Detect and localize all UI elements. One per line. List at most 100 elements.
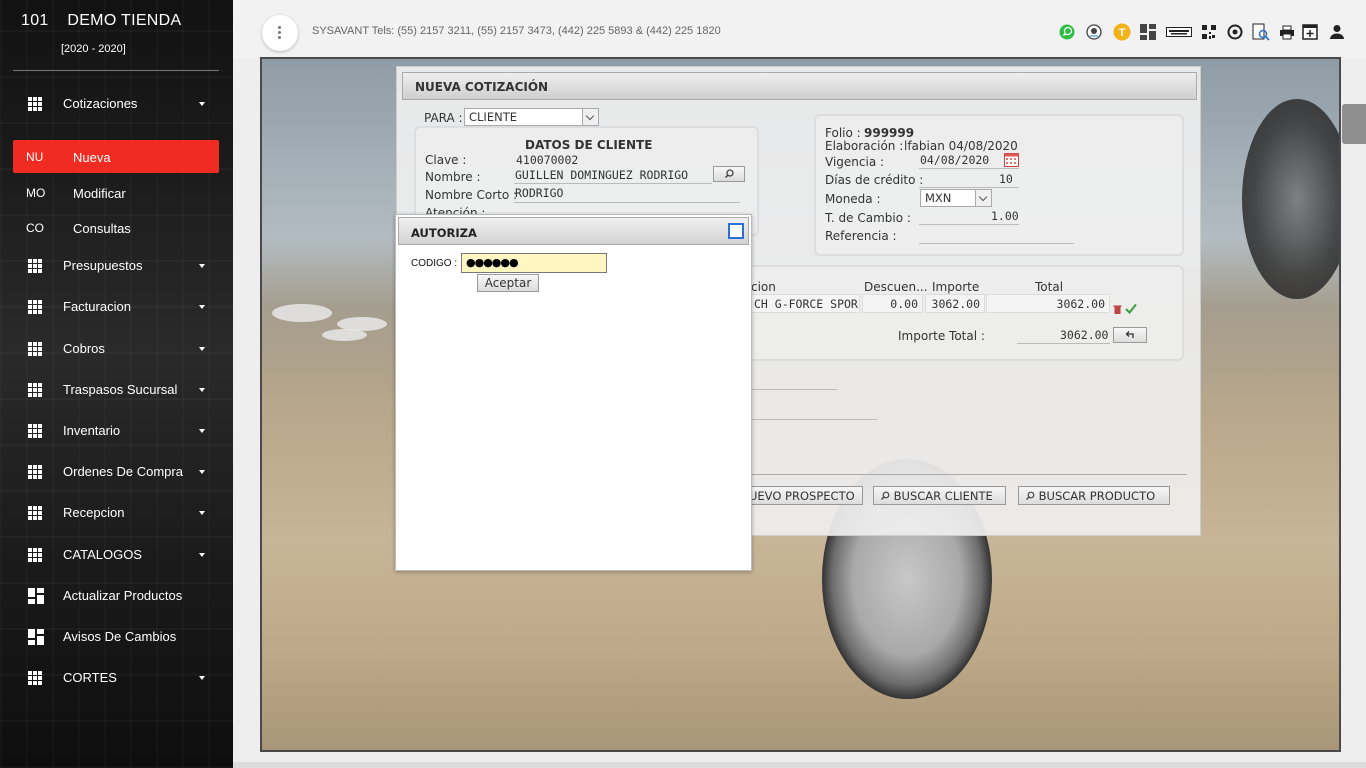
- user-icon[interactable]: [1329, 24, 1345, 40]
- code-input[interactable]: ●●●●●●: [461, 253, 607, 273]
- sidebar-item-inventario[interactable]: Inventario: [0, 416, 233, 446]
- search-icon: [1026, 491, 1035, 500]
- col-total-header: Total: [1035, 280, 1064, 294]
- calendar-icon[interactable]: [1004, 153, 1019, 167]
- row-descripcion[interactable]: CH G-FORCE SPOR: [749, 294, 860, 313]
- document-search-icon[interactable]: [1252, 23, 1270, 41]
- sidebar-item-catalogos[interactable]: CATALOGOS: [0, 540, 233, 570]
- store-name: DEMO TIENDA: [67, 12, 182, 29]
- sidebar-item-label: Recepcion: [63, 505, 125, 520]
- new-prospect-button[interactable]: UEVO PROSPECTO: [742, 486, 863, 505]
- submenu-item-nueva[interactable]: NU Nueva: [13, 140, 219, 173]
- whatsapp-icon[interactable]: [1059, 24, 1075, 40]
- t-badge-icon[interactable]: T: [1113, 23, 1131, 41]
- moneda-select[interactable]: MXN: [920, 189, 992, 207]
- submenu-label: Modificar: [73, 186, 126, 201]
- caret-down-icon: [199, 511, 205, 515]
- elaboracion-value: lfabian 04/08/2020: [904, 139, 1018, 153]
- importe-total-label: Importe Total :: [898, 329, 985, 343]
- submenu-abbr: NU: [26, 150, 44, 164]
- clave-value: 410070002: [516, 153, 579, 167]
- sidebar-item-traspasos-sucursal[interactable]: Traspasos Sucursal: [0, 375, 233, 405]
- submenu-abbr: CO: [26, 221, 44, 235]
- search-client-main-button[interactable]: BUSCAR CLIENTE: [873, 486, 1006, 505]
- submenu-label: Nueva: [73, 150, 111, 165]
- sidebar-item-label: CATALOGOS: [63, 547, 142, 562]
- folio-label: Folio :: [825, 126, 861, 140]
- sidebar-item-cobros[interactable]: Cobros: [0, 334, 233, 364]
- trash-icon[interactable]: [1113, 305, 1122, 314]
- caret-down-icon: [199, 470, 205, 474]
- sidebar-item-label: Avisos De Cambios: [63, 629, 177, 644]
- row-importe[interactable]: 3062.00: [925, 294, 985, 313]
- dashboard-icon: [28, 588, 44, 604]
- sidebar-item-label: CORTES: [63, 670, 117, 685]
- sidebar-item-label: Ordenes De Compra: [63, 464, 183, 479]
- submenu-item-consultas[interactable]: CO Consultas: [13, 211, 219, 244]
- row-descuento[interactable]: 0.00: [862, 294, 923, 313]
- dias-credito-value[interactable]: 10: [999, 172, 1013, 186]
- caret-down-icon: [199, 347, 205, 351]
- chevron-down-icon: [975, 190, 991, 206]
- grid-icon: [28, 465, 42, 479]
- printer-icon[interactable]: [1279, 24, 1295, 40]
- tipo-cambio-label: T. de Cambio :: [825, 211, 911, 225]
- grid-icon: [28, 300, 42, 314]
- wrench-icon[interactable]: [1342, 104, 1366, 144]
- search-product-label: BUSCAR PRODUCTO: [1038, 489, 1156, 503]
- nombre-label: Nombre :: [425, 170, 481, 184]
- grid-icon: [28, 97, 42, 111]
- nombre-corto-value: RODRIGO: [515, 186, 564, 200]
- sidebar-item-cotizaciones[interactable]: Cotizaciones: [0, 89, 233, 119]
- sidebar-divider: [13, 70, 219, 71]
- sidebar-item-cortes[interactable]: CORTES: [0, 663, 233, 693]
- check-icon[interactable]: [1125, 303, 1137, 314]
- caret-down-icon: [199, 264, 205, 268]
- sidebar-item-label: Facturacion: [63, 299, 131, 314]
- bottom-scrollbar[interactable]: [233, 762, 1366, 768]
- support-avatar-icon[interactable]: [1086, 24, 1102, 40]
- settings-icon[interactable]: [1227, 24, 1243, 40]
- moneda-select-value: MXN: [925, 191, 952, 205]
- svg-text:T: T: [1119, 27, 1126, 39]
- grid-icon: [28, 506, 42, 520]
- submenu-item-modificar[interactable]: MO Modificar: [13, 176, 219, 209]
- search-client-button[interactable]: [713, 166, 745, 182]
- sidebar-item-label: Inventario: [63, 423, 121, 438]
- submenu-abbr: MO: [26, 186, 46, 200]
- grid-icon: [28, 671, 42, 685]
- referencia-label: Referencia :: [825, 229, 897, 243]
- para-select[interactable]: CLIENTE: [464, 108, 599, 126]
- grid-icon: [28, 424, 42, 438]
- folio-value: 999999: [864, 126, 915, 140]
- sidebar-item-actualizar-productos[interactable]: Actualizar Productos: [0, 581, 233, 611]
- maximize-button[interactable]: [728, 223, 744, 239]
- para-select-value: CLIENTE: [469, 110, 517, 124]
- panel-title: NUEVA COTIZACIÓN: [402, 72, 1197, 100]
- dialog-title: AUTORIZA: [398, 217, 749, 245]
- sidebar-item-presupuestos[interactable]: Presupuestos: [0, 251, 233, 281]
- keyboard-icon[interactable]: [1166, 24, 1192, 40]
- grid-icon: [28, 383, 42, 397]
- tipo-cambio-value[interactable]: 1.00: [991, 209, 1019, 223]
- sidebar-item-facturacion[interactable]: Facturacion: [0, 292, 233, 322]
- sidebar-item-avisos-de-cambios[interactable]: Avisos De Cambios: [0, 622, 233, 652]
- dashboard-icon[interactable]: [1140, 24, 1156, 40]
- grid-icon: [28, 548, 42, 562]
- return-button[interactable]: [1113, 327, 1147, 343]
- sidebar-item-recepcion[interactable]: Recepcion: [0, 498, 233, 528]
- moneda-label: Moneda :: [825, 192, 881, 206]
- sidebar-item-ordenes-de-compra[interactable]: Ordenes De Compra: [0, 457, 233, 487]
- store-number: 101: [21, 12, 49, 29]
- submenu-label: Consultas: [73, 221, 131, 236]
- search-product-button[interactable]: BUSCAR PRODUCTO: [1018, 486, 1170, 505]
- caret-down-icon: [199, 553, 205, 557]
- search-icon: [724, 169, 734, 179]
- more-options-button[interactable]: [262, 15, 298, 51]
- vigencia-value[interactable]: 04/08/2020: [920, 153, 989, 167]
- store-years: [2020 - 2020]: [61, 43, 126, 55]
- qr-code-icon[interactable]: [1202, 24, 1216, 40]
- new-window-icon[interactable]: [1302, 24, 1318, 40]
- accept-button[interactable]: Aceptar: [477, 274, 539, 292]
- nombre-corto-label: Nombre Corto :: [425, 188, 518, 202]
